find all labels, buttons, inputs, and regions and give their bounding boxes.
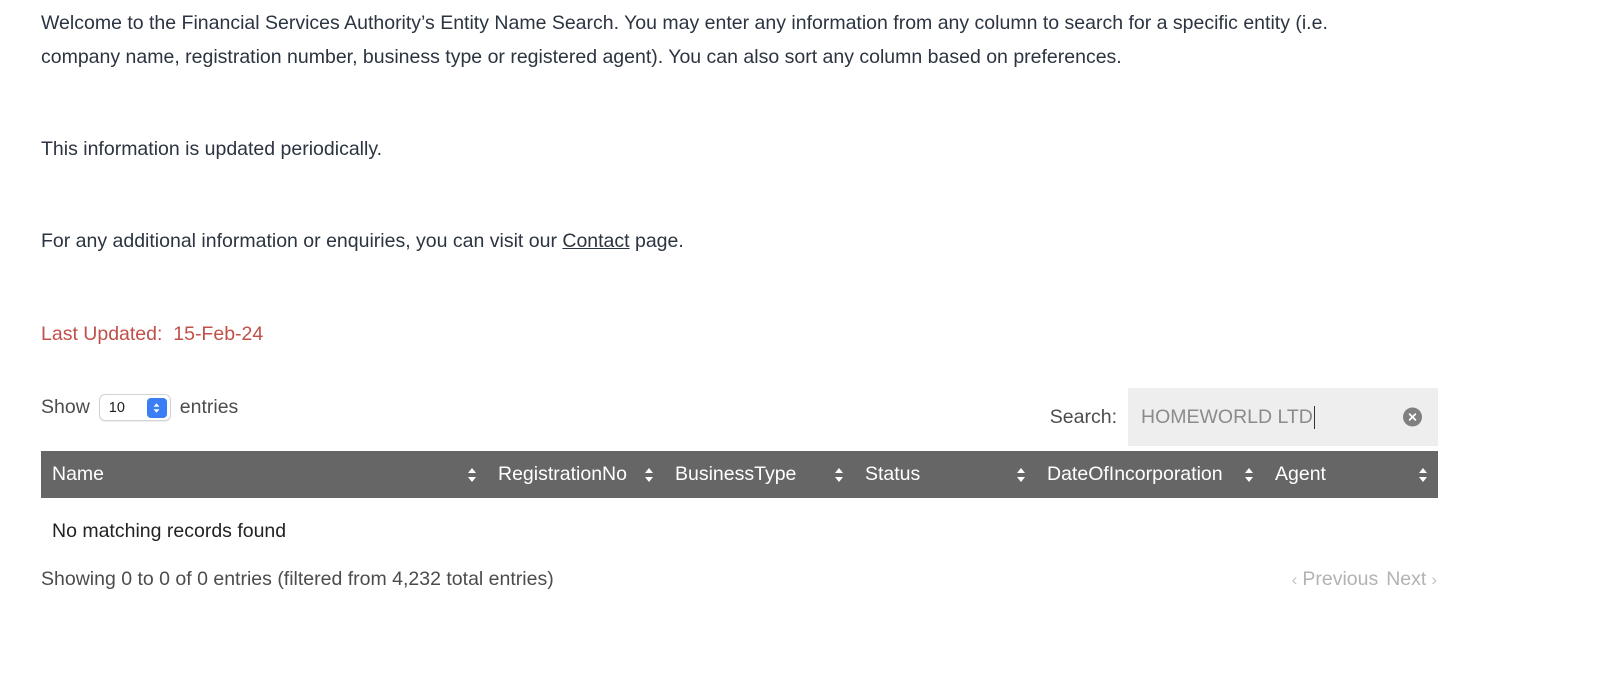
search-input-value: HOMEWORLD LTD — [1141, 405, 1313, 428]
sort-updown-icon — [1015, 466, 1027, 483]
page-length-value: 10 — [108, 399, 125, 416]
up-down-chevron-icon[interactable] — [146, 397, 167, 418]
sort-updown-icon — [833, 466, 845, 483]
intro-paragraph-1: Welcome to the Financial Services Author… — [41, 12, 1328, 68]
table-info-text: Showing 0 to 0 of 0 entries (filtered fr… — [41, 568, 554, 590]
column-header-dateofincorporation-label: DateOfIncorporation — [1047, 463, 1223, 485]
column-header-businesstype-label: BusinessType — [675, 463, 797, 485]
next-page-button[interactable]: Next — [1382, 568, 1430, 591]
sort-updown-icon — [466, 466, 478, 483]
entity-name-search-page: Welcome to the Financial Services Author… — [0, 0, 1600, 675]
table-controls: Show 10 entries Search: HOMEWORLD LTD — [41, 388, 1438, 446]
column-header-status-label: Status — [865, 463, 921, 485]
sort-updown-icon — [1243, 466, 1255, 483]
previous-page-button[interactable]: Previous — [1298, 568, 1382, 591]
entities-table: Name RegistrationNo BusinessType Status … — [41, 451, 1438, 556]
column-header-status[interactable]: Status — [854, 451, 1036, 498]
intro-text-block: Welcome to the Financial Services Author… — [41, 6, 1411, 258]
pagination: ‹ Previous Next › — [1291, 568, 1438, 591]
column-header-businesstype[interactable]: BusinessType — [664, 451, 854, 498]
chevron-right-icon: › — [1431, 570, 1437, 589]
sort-updown-icon — [643, 466, 655, 483]
last-updated-label: Last Updated: 15-Feb-24 — [41, 323, 264, 345]
search-input[interactable]: HOMEWORLD LTD — [1128, 388, 1438, 446]
intro-paragraph-3-prefix: For any additional information or enquir… — [41, 230, 563, 252]
sort-updown-icon — [1417, 466, 1429, 483]
entities-table-container: Name RegistrationNo BusinessType Status … — [41, 451, 1438, 556]
entries-label: entries — [179, 396, 239, 418]
table-header-row: Name RegistrationNo BusinessType Status … — [41, 451, 1438, 498]
search-control: Search: HOMEWORLD LTD — [1050, 388, 1438, 446]
intro-paragraph-3: For any additional information or enquir… — [41, 224, 1411, 258]
table-footer: Showing 0 to 0 of 0 entries (filtered fr… — [41, 568, 1438, 608]
chevron-left-icon: ‹ — [1291, 570, 1298, 589]
column-header-name-label: Name — [52, 463, 105, 485]
text-caret — [1313, 405, 1315, 429]
page-length-select[interactable]: 10 — [98, 394, 171, 421]
column-header-agent[interactable]: Agent — [1264, 451, 1438, 498]
contact-link[interactable]: Contact — [562, 230, 629, 252]
column-header-registrationno[interactable]: RegistrationNo — [487, 451, 664, 498]
column-header-name[interactable]: Name — [41, 451, 487, 498]
column-header-agent-label: Agent — [1275, 463, 1326, 485]
column-header-registrationno-label: RegistrationNo — [498, 463, 627, 485]
table-body: No matching records found — [41, 498, 1438, 556]
table-header: Name RegistrationNo BusinessType Status … — [41, 451, 1438, 498]
empty-message: No matching records found — [41, 498, 1438, 556]
show-label: Show — [41, 396, 90, 418]
intro-paragraph-3-suffix: page. — [629, 230, 684, 252]
page-length-control: Show 10 entries — [41, 394, 238, 421]
table-empty-row: No matching records found — [41, 498, 1438, 556]
column-header-dateofincorporation[interactable]: DateOfIncorporation — [1036, 451, 1264, 498]
search-label: Search: — [1049, 405, 1117, 428]
circle-x-icon[interactable] — [1403, 407, 1422, 427]
intro-paragraph-2: This information is updated periodically… — [41, 138, 383, 160]
